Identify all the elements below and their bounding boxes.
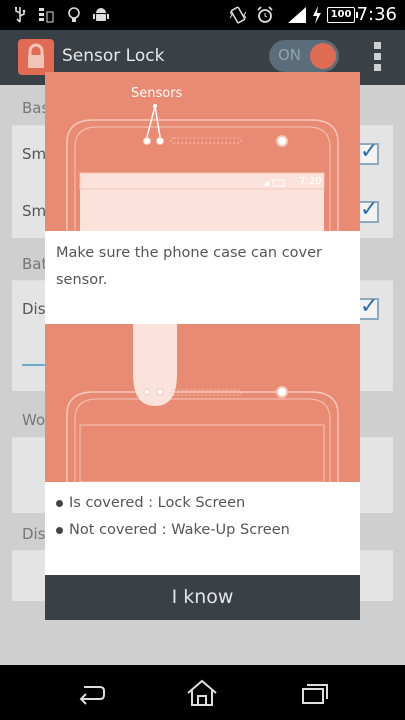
bullet-text: Not covered : Wake-Up Screen [69,522,290,538]
section-header: Wo [22,411,46,429]
progress-indicator [22,364,47,366]
bullet-icon [56,527,63,534]
sensor-lock-toggle[interactable]: ON [269,40,339,72]
status-bar: 100 7:36 [0,0,405,30]
i-know-button[interactable]: I know [45,575,360,620]
status-time: 7:36 [356,4,397,25]
bullet-text: Is covered : Lock Screen [69,495,246,511]
data-icon [38,6,54,24]
alarm-icon [255,6,275,24]
app-lock-icon [18,39,54,75]
bulb-icon [66,6,82,24]
section-header: Dis [22,525,46,543]
back-icon[interactable] [74,679,108,707]
app-title: Sensor Lock [62,46,165,66]
list-item: Is covered : Lock Screen [56,490,351,517]
setting-checkbox[interactable] [357,294,379,320]
dialog-message: Make sure the phone case can cover senso… [56,245,323,288]
setting-checkbox[interactable] [357,197,379,223]
navigation-bar [0,665,405,720]
phone-sensor-illustration: Sensors 7:20 [45,72,360,231]
home-icon[interactable] [185,679,219,707]
signal-icon [288,6,308,24]
android-icon [92,6,110,24]
sensors-label: Sensors [131,86,183,101]
recents-icon[interactable] [298,679,332,707]
charging-icon [311,6,323,24]
list-item: Not covered : Wake-Up Screen [56,517,351,544]
vibrate-icon [228,6,248,24]
section-header: Bat [22,255,48,273]
sensor-info-dialog: Sensors 7:20 Make sure the phone case ca… [45,72,360,620]
setting-row-label: Sm [22,202,47,220]
battery-indicator: 100 [327,7,358,23]
phone-screen-time: 7:20 [299,176,322,187]
overflow-menu-icon[interactable] [371,42,383,74]
setting-checkbox[interactable] [357,139,379,165]
dialog-bullet-list: Is covered : Lock Screen Not covered : W… [56,490,351,544]
setting-row-label: Sm [22,145,47,163]
toggle-label: ON [278,46,302,64]
toggle-knob [310,43,336,69]
usb-icon [12,6,28,24]
bullet-icon [56,500,63,507]
phone-cover-illustration [45,324,360,482]
